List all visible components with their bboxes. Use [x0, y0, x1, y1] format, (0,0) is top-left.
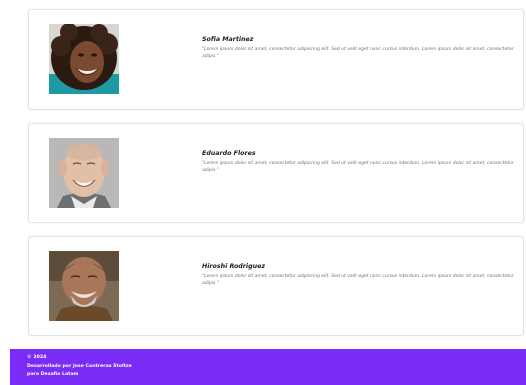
avatar — [49, 24, 119, 94]
testimonial-quote: "Lorem ipsum dolor sit amet, consectetur… — [202, 161, 514, 173]
testimonial-name: Eduardo Flores — [202, 150, 256, 157]
testimonial-name: Sofia Martinez — [202, 36, 254, 43]
testimonial-card: Hiroshi Rodriguez "Lorem ipsum dolor sit… — [28, 236, 524, 336]
platform-credit: para Desafio Latam — [27, 372, 79, 377]
testimonial-card: Sofia Martinez "Lorem ipsum dolor sit am… — [28, 9, 524, 110]
testimonial-quote: "Lorem ipsum dolor sit amet, consectetur… — [202, 47, 514, 59]
portrait-smiling-elderly-man-icon — [49, 138, 119, 208]
testimonial-card: Eduardo Flores "Lorem ipsum dolor sit am… — [28, 123, 524, 223]
portrait-smiling-old-man-icon — [49, 251, 119, 321]
testimonial-quote: "Lorem ipsum dolor sit amet, consectetur… — [202, 274, 514, 286]
site-footer: © 2024 Desarrollado por Jose Contreras S… — [10, 349, 526, 385]
copyright-year: © 2024 — [27, 355, 47, 360]
developer-credit: Desarrollado por Jose Contreras Stoltze — [27, 363, 132, 369]
portrait-smiling-woman-icon — [49, 24, 119, 94]
avatar — [49, 251, 119, 321]
testimonial-name: Hiroshi Rodriguez — [202, 263, 265, 270]
avatar — [49, 138, 119, 208]
